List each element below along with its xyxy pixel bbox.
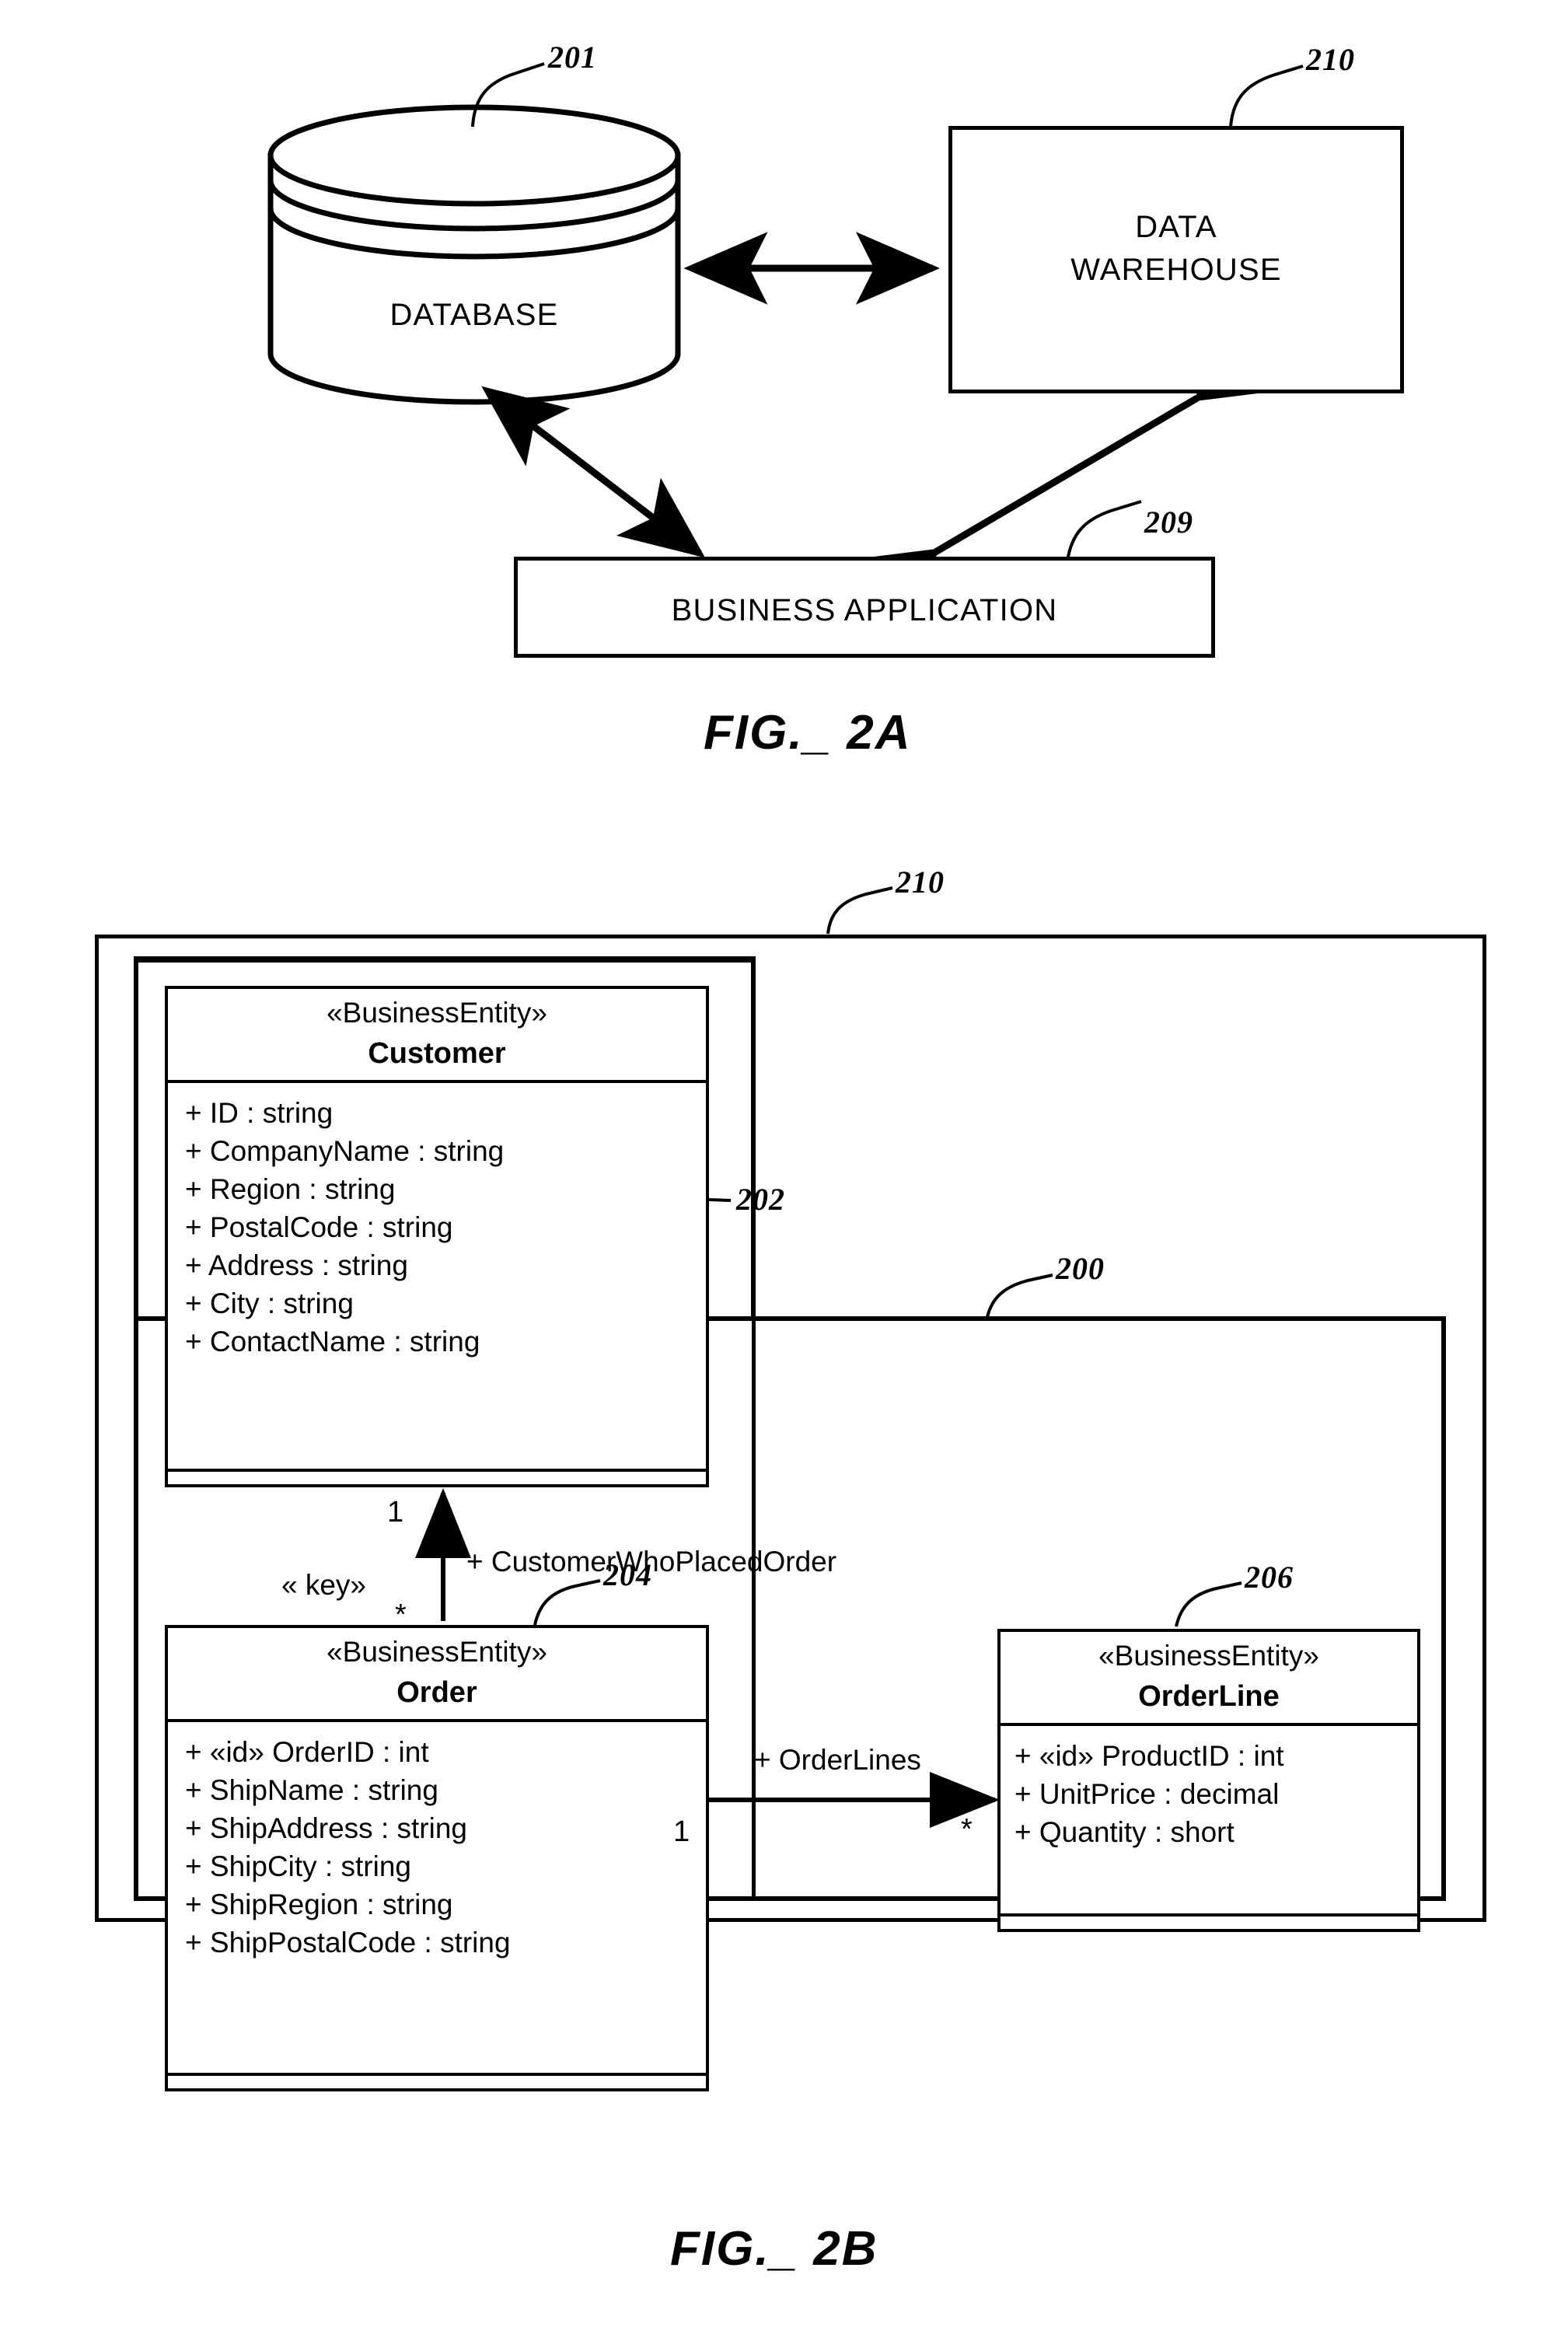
reference-numeral-210-fig2b: 210 [896, 865, 945, 900]
uml-class-orderline-name: OrderLine [1138, 1680, 1280, 1713]
uml-attribute: + City : string [185, 1288, 354, 1319]
leader-line-210-fig2b [826, 886, 893, 935]
association-orderlines [665, 1772, 1000, 1828]
association-label-customerwhoplacedorder: + CustomerWhoPlacedOrder [466, 1546, 837, 1578]
multiplicity-orderline-end: * [961, 1813, 973, 1846]
uml-attribute: + Region : string [185, 1173, 396, 1205]
uml-class-order-header: «BusinessEntity» Order [168, 1628, 706, 1722]
uml-attribute: + «id» ProductID : int [1014, 1740, 1284, 1772]
leader-line-204 [533, 1579, 601, 1626]
association-stereotype-key: « key» [281, 1569, 367, 1601]
uml-attribute: + «id» OrderID : int [185, 1736, 429, 1768]
uml-attribute: + ShipRegion : string [185, 1889, 453, 1920]
uml-attribute: + ShipAddress : string [185, 1812, 467, 1844]
uml-class-order-attributes: + «id» OrderID : int + ShipName : string… [168, 1722, 706, 1959]
multiplicity-order-end-orderlines: 1 [673, 1815, 690, 1848]
figure-2b-caption: FIG._ 2B [670, 2222, 878, 2276]
uml-class-customer-operations-compartment [168, 1469, 706, 1484]
uml-attribute: + ShipName : string [185, 1774, 438, 1806]
leader-line-200 [986, 1274, 1053, 1318]
uml-class-order-operations-compartment [168, 2073, 706, 2088]
uml-attribute: + ShipPostalCode : string [185, 1927, 511, 1958]
uml-attribute: + UnitPrice : decimal [1014, 1778, 1280, 1810]
uml-class-orderline-operations-compartment [1001, 1913, 1417, 1929]
uml-attribute: + ShipCity : string [185, 1850, 411, 1882]
patent-drawing-sheet: DATABASE 201 DATA WAREHOUSE 210 BUSINESS… [0, 0, 1568, 2334]
uml-class-order-name: Order [396, 1676, 477, 1709]
uml-class-orderline[interactable]: «BusinessEntity» OrderLine + «id» Produc… [997, 1629, 1420, 1932]
uml-class-orderline-header: «BusinessEntity» OrderLine [1001, 1632, 1417, 1726]
uml-attribute: + PostalCode : string [185, 1211, 453, 1243]
uml-class-customer-attributes: + ID : string + CompanyName : string + R… [168, 1083, 706, 1358]
multiplicity-customer-end: 1 [387, 1496, 404, 1529]
multiplicity-order-end-key: * [395, 1599, 407, 1631]
uml-class-order[interactable]: «BusinessEntity» Order + «id» OrderID : … [165, 1625, 709, 2091]
uml-attribute: + ContactName : string [185, 1326, 480, 1357]
uml-class-order-stereotype: «BusinessEntity» [327, 1636, 547, 1668]
uml-class-orderline-stereotype: «BusinessEntity» [1098, 1640, 1319, 1672]
uml-attribute: + Address : string [185, 1249, 408, 1281]
uml-attribute: + ID : string [185, 1097, 334, 1129]
uml-class-customer-header: «BusinessEntity» Customer [168, 989, 706, 1083]
reference-numeral-206: 206 [1245, 1560, 1294, 1595]
uml-class-customer-name: Customer [368, 1037, 506, 1070]
uml-attribute: + CompanyName : string [185, 1135, 505, 1167]
reference-numeral-200: 200 [1056, 1251, 1105, 1286]
uml-class-customer[interactable]: «BusinessEntity» Customer + ID : string … [165, 986, 709, 1487]
uml-class-customer-stereotype: «BusinessEntity» [327, 997, 547, 1029]
uml-class-orderline-attributes: + «id» ProductID : int + UnitPrice : dec… [1001, 1726, 1417, 1849]
association-label-orderlines: + OrderLines [754, 1744, 921, 1776]
leader-line-206 [1175, 1581, 1242, 1627]
reference-numeral-202: 202 [736, 1182, 785, 1217]
uml-attribute: + Quantity : short [1014, 1816, 1234, 1848]
